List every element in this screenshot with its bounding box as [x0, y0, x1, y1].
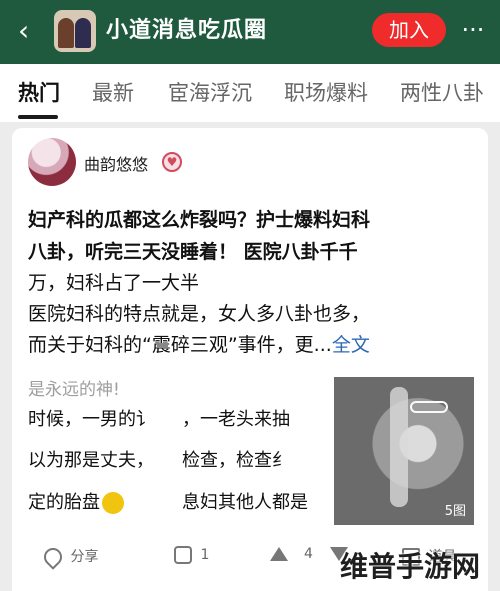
- tab-hot[interactable]: 热门: [18, 81, 60, 105]
- tab-gender[interactable]: 两性八卦: [400, 81, 484, 105]
- gallery-faded-text: 是永远的神!: [28, 380, 120, 400]
- comment-button[interactable]: 1: [174, 546, 209, 570]
- share-label: 分享: [70, 549, 99, 565]
- active-tab-indicator: [18, 115, 58, 119]
- xray-device-icon: [410, 401, 448, 413]
- emoji-icon: [102, 492, 124, 514]
- more-icon[interactable]: ···: [458, 18, 488, 42]
- vote-count: 4: [304, 546, 313, 562]
- avatar-person-right-icon: [75, 18, 91, 48]
- gallery-image-2[interactable]: ，一老头来抽 检查，检查纟 息妇其他人都是: [182, 377, 330, 525]
- gallery-mid-line-1: ，一老头来抽: [182, 409, 290, 430]
- group-avatar[interactable]: [54, 10, 96, 52]
- author-avatar[interactable]: [28, 138, 76, 186]
- post-body[interactable]: 万，妇科占了一大半 医院妇科的特点就是，女人多八卦也多， 而关于妇科的“震碎三观…: [28, 268, 454, 361]
- gallery-image-1[interactable]: 是永远的神! 时候，一男的讠 以为那是丈夫， 定的胎盘: [28, 377, 178, 525]
- avatar-person-left-icon: [58, 18, 74, 48]
- share-icon: [40, 544, 66, 570]
- tab-latest[interactable]: 最新: [92, 81, 134, 105]
- upvote-button[interactable]: [270, 546, 288, 570]
- post-title[interactable]: 妇产科的瓜都这么炸裂吗？护士爆料妇科 八卦，听完三天没睡着！ 医院八卦千千: [28, 204, 440, 268]
- post-body-line-2: 医院妇科的特点就是，女人多八卦也多，: [28, 303, 371, 325]
- top-bar: ‹ 小道消息吃瓜圈 加入 ···: [0, 0, 500, 64]
- gallery-mid-line-2: 检查，检查纟: [182, 450, 290, 471]
- share-button[interactable]: 分享: [40, 544, 99, 570]
- tab-official[interactable]: 宦海浮沉: [168, 81, 252, 105]
- tab-bar: 热门 最新 宦海浮沉 职场爆料 两性八卦: [0, 64, 500, 122]
- post-body-line-1: 万，妇科占了一大半: [28, 272, 200, 294]
- gallery-text-line-3: 定的胎盘: [28, 492, 100, 513]
- heart-badge-icon: ♥: [162, 152, 182, 172]
- comment-icon: [174, 546, 192, 564]
- image-gallery[interactable]: 是永远的神! 时候，一男的讠 以为那是丈夫， 定的胎盘 ，一老头来抽 检查，检查…: [28, 377, 474, 525]
- post-title-line-2: 八卦，听完三天没睡着！ 医院八卦千千: [28, 241, 358, 263]
- post-body-line-3: 而关于妇科的“震碎三观”事件，更...: [28, 334, 332, 356]
- xray-spine-icon: [390, 387, 408, 507]
- gallery-text-line-2: 以为那是丈夫，: [28, 450, 154, 471]
- tab-workplace[interactable]: 职场爆料: [284, 81, 368, 105]
- back-icon[interactable]: ‹: [18, 16, 40, 46]
- comment-count: 1: [200, 547, 210, 563]
- group-title: 小道消息吃瓜圈: [106, 18, 268, 43]
- image-count-badge: 5图: [444, 504, 466, 519]
- full-text-link[interactable]: 全文: [332, 334, 370, 356]
- post-card: 曲韵悠悠 ♥ 妇产科的瓜都这么炸裂吗？护士爆料妇科 八卦，听完三天没睡着！ 医院…: [12, 128, 488, 591]
- gallery-text-line-1: 时候，一男的讠: [28, 409, 154, 430]
- gallery-image-3[interactable]: 5图: [334, 377, 474, 525]
- join-button[interactable]: 加入: [372, 13, 446, 47]
- post-title-line-1: 妇产科的瓜都这么炸裂吗？护士爆料妇科: [28, 209, 371, 231]
- site-watermark: 维普手游网: [339, 550, 480, 583]
- upvote-icon: [270, 547, 288, 561]
- author-name[interactable]: 曲韵悠悠: [84, 151, 148, 175]
- gallery-mid-line-3: 息妇其他人都是: [182, 492, 308, 513]
